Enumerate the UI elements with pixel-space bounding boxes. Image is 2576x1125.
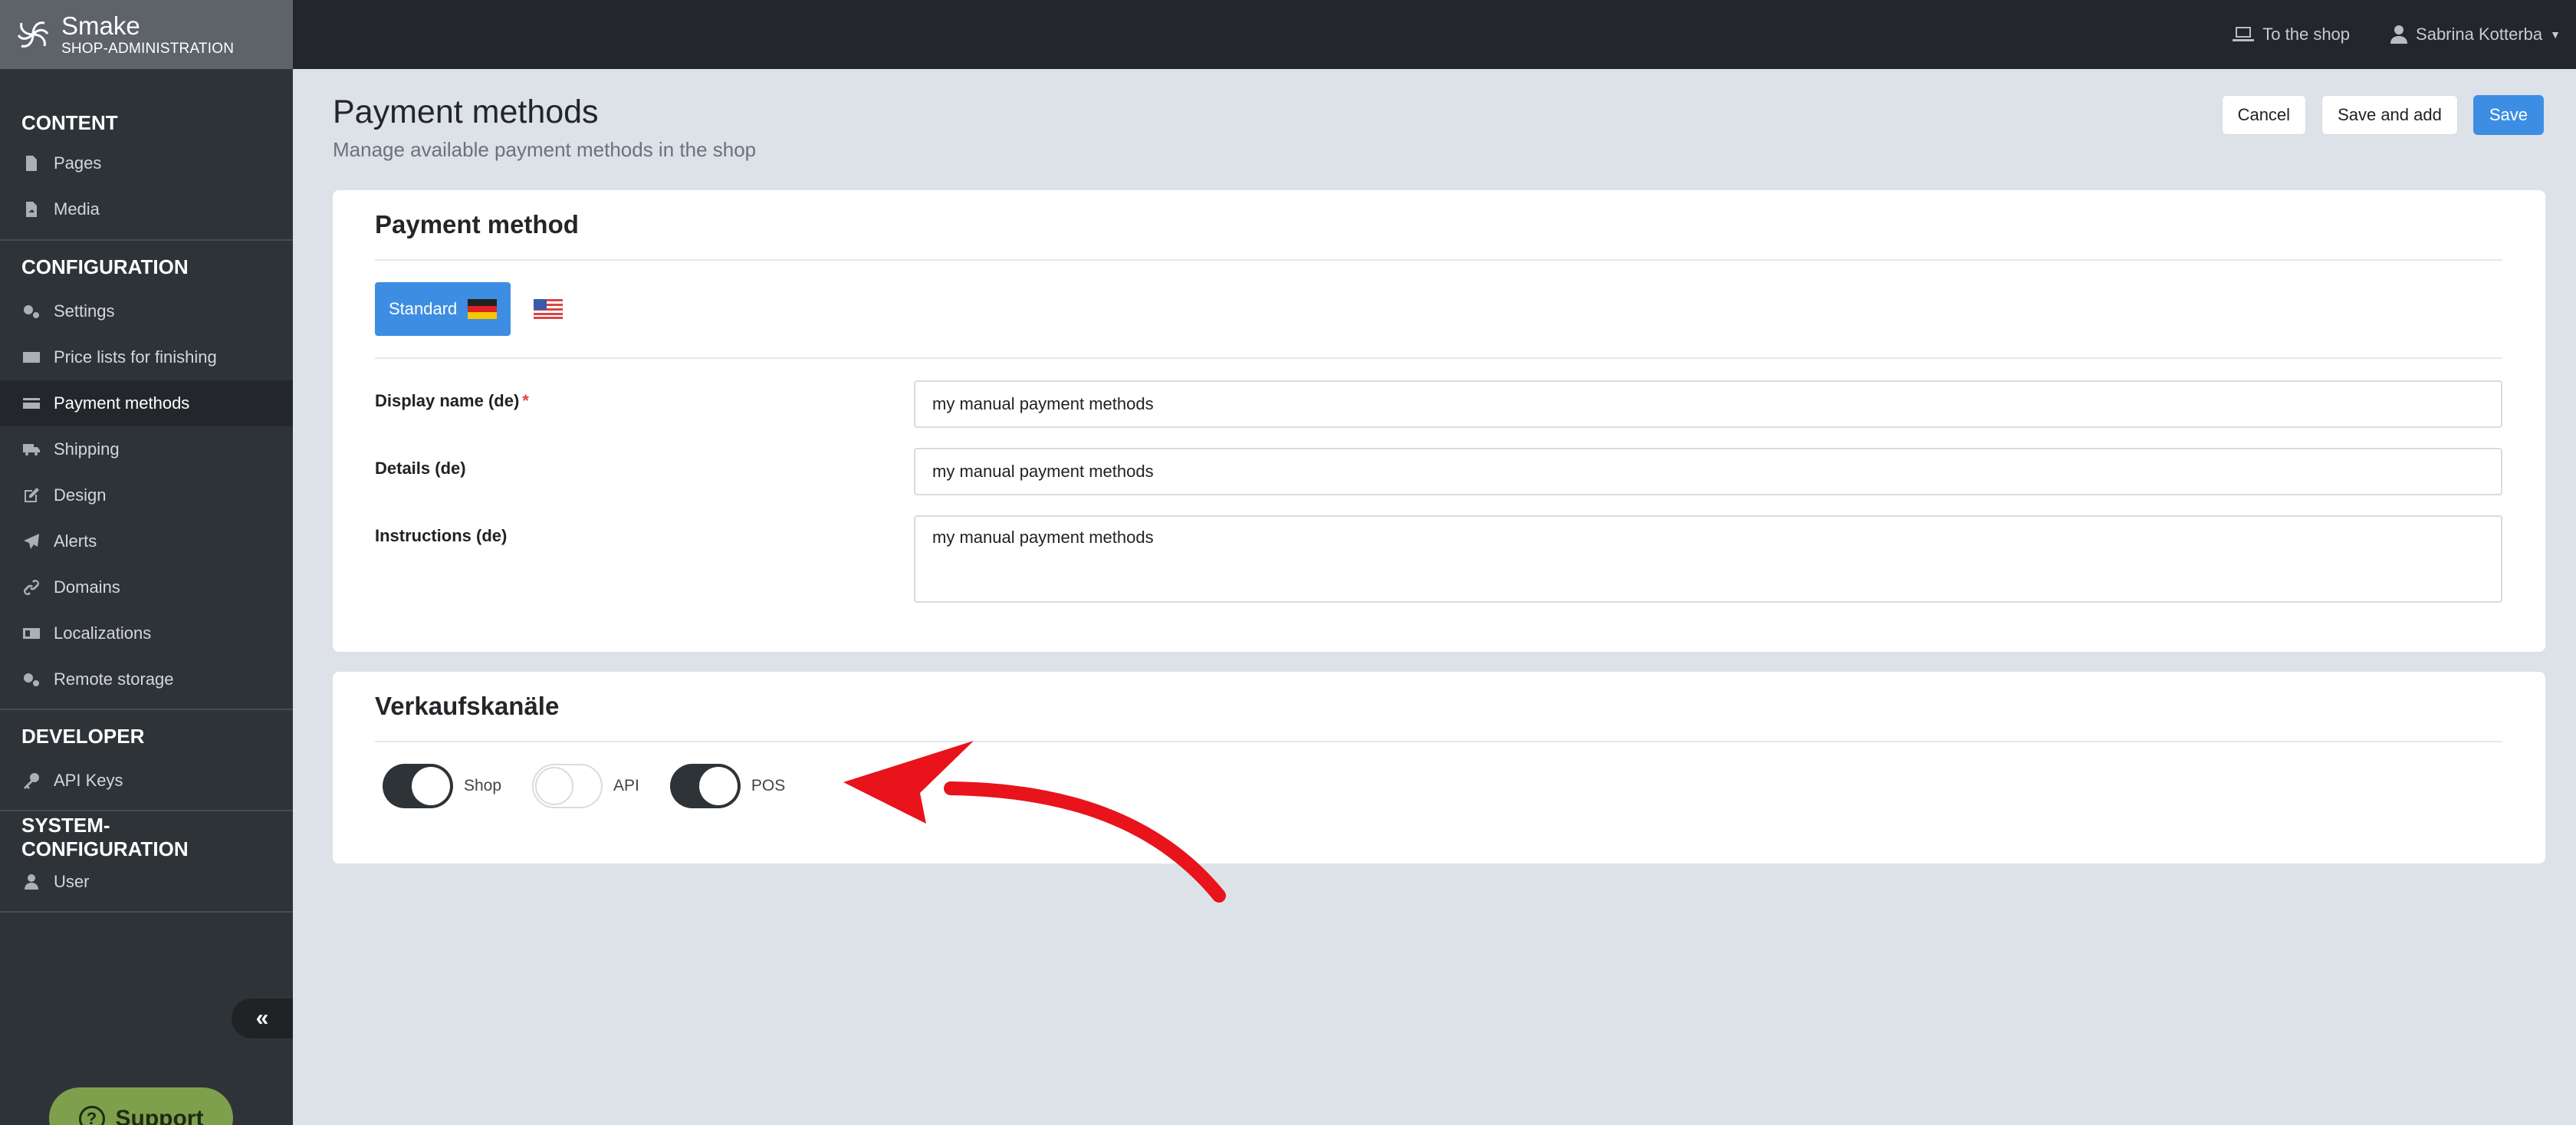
double-chevron-left-icon: «	[255, 1005, 269, 1031]
card-title: Verkaufskanäle	[375, 672, 2502, 742]
save-and-add-button[interactable]: Save and add	[2321, 95, 2458, 135]
page-title: Payment methods	[333, 94, 599, 130]
channel-toggles: Shop API POS	[375, 742, 2502, 830]
question-icon: ?	[78, 1106, 105, 1125]
truck-icon	[21, 439, 44, 459]
smake-logo-icon	[17, 21, 49, 48]
link-icon	[21, 577, 44, 597]
sidebar-item-remote-storage[interactable]: Remote storage	[0, 656, 293, 702]
to-the-shop-link[interactable]: To the shop	[2232, 25, 2350, 44]
switch[interactable]	[532, 764, 603, 808]
display-name-input[interactable]	[914, 380, 2502, 428]
brand-subtitle: SHOP-ADMINISTRATION	[61, 41, 235, 57]
nav-divider	[0, 239, 293, 241]
german-flag-icon	[468, 299, 498, 319]
sidebar-item-payment-methods[interactable]: Payment methods	[0, 380, 293, 426]
sales-channels-card: Verkaufskanäle Shop API POS	[333, 672, 2545, 863]
sidebar-item-media[interactable]: Media	[0, 193, 293, 225]
details-label: Details (de)	[375, 459, 466, 478]
topbar: To the shop Sabrina Kotterba ▼	[293, 0, 2576, 69]
toggle-api[interactable]: API	[532, 764, 639, 808]
header-actions: Cancel Save and add Save	[2221, 95, 2544, 135]
instructions-textarea[interactable]: my manual payment methods	[914, 515, 2502, 603]
display-name-label: Display name (de) *	[375, 391, 529, 410]
sidebar-item-localizations[interactable]: Localizations	[0, 610, 293, 656]
collapse-sidebar-button[interactable]: «	[232, 998, 293, 1038]
card-title: Payment method	[375, 190, 2502, 261]
page-icon	[21, 153, 44, 173]
user-icon	[21, 872, 44, 892]
sidebar-item-user[interactable]: User	[0, 859, 293, 905]
sidebar-item-design[interactable]: Design	[0, 472, 293, 518]
gears-icon	[21, 669, 44, 689]
nav-divider	[0, 810, 293, 811]
gears-icon	[21, 301, 44, 321]
money-icon	[21, 347, 44, 367]
save-button[interactable]: Save	[2472, 95, 2544, 135]
sidebar-item-api-keys[interactable]: API Keys	[0, 758, 293, 804]
page-subtitle: Manage available payment methods in the …	[333, 138, 757, 161]
toggle-label: Shop	[464, 777, 502, 794]
brand[interactable]: Smake SHOP-ADMINISTRATION	[0, 0, 293, 69]
required-asterisk: *	[522, 391, 529, 410]
details-row: Details (de)	[375, 448, 2502, 495]
cancel-button[interactable]: Cancel	[2221, 95, 2307, 135]
nav-heading-configuration: CONFIGURATION	[21, 255, 189, 278]
laptop-icon	[2233, 27, 2255, 41]
user-icon	[2390, 25, 2408, 44]
switch[interactable]	[383, 764, 453, 808]
switch[interactable]	[669, 764, 741, 808]
user-menu[interactable]: Sabrina Kotterba ▼	[2390, 25, 2561, 44]
tab-standard-de[interactable]: Standard	[375, 282, 511, 336]
nav-heading-system-configuration: SYSTEM-CONFIGURATION	[21, 814, 189, 860]
us-flag-icon[interactable]	[534, 299, 564, 319]
nav-heading-developer: DEVELOPER	[21, 724, 145, 748]
paper-plane-icon	[21, 531, 44, 551]
sidebar-item-price-lists[interactable]: Price lists for finishing	[0, 334, 293, 380]
edit-icon	[21, 485, 44, 505]
caret-down-icon: ▼	[2550, 28, 2561, 41]
language-tabs: Standard	[375, 261, 2502, 359]
display-name-row: Display name (de) *	[375, 380, 2502, 428]
toggle-label: API	[613, 777, 639, 794]
credit-card-icon	[21, 393, 44, 413]
sidebar-item-domains[interactable]: Domains	[0, 564, 293, 610]
instructions-row: Instructions (de) my manual payment meth…	[375, 515, 2502, 603]
brand-name: Smake	[61, 12, 140, 40]
nav-divider	[0, 709, 293, 710]
sidebar-item-alerts[interactable]: Alerts	[0, 518, 293, 564]
sidebar: Smake SHOP-ADMINISTRATION CONTENT Pages …	[0, 0, 293, 1125]
payment-method-card: Payment method Standard Display name (de…	[333, 190, 2545, 652]
nav-heading-content: CONTENT	[21, 110, 118, 134]
support-button[interactable]: ? Support	[49, 1087, 233, 1125]
toggle-shop[interactable]: Shop	[383, 764, 501, 808]
toggle-pos[interactable]: POS	[669, 764, 786, 808]
toggle-label: POS	[751, 777, 786, 794]
sidebar-item-pages[interactable]: Pages	[0, 147, 293, 179]
media-icon	[21, 199, 44, 219]
sidebar-item-shipping[interactable]: Shipping	[0, 426, 293, 472]
details-input[interactable]	[914, 448, 2502, 495]
instructions-label: Instructions (de)	[375, 526, 508, 545]
nav-divider	[0, 911, 293, 913]
key-icon	[21, 771, 44, 791]
language-icon	[21, 623, 44, 643]
sidebar-item-settings[interactable]: Settings	[0, 288, 293, 334]
